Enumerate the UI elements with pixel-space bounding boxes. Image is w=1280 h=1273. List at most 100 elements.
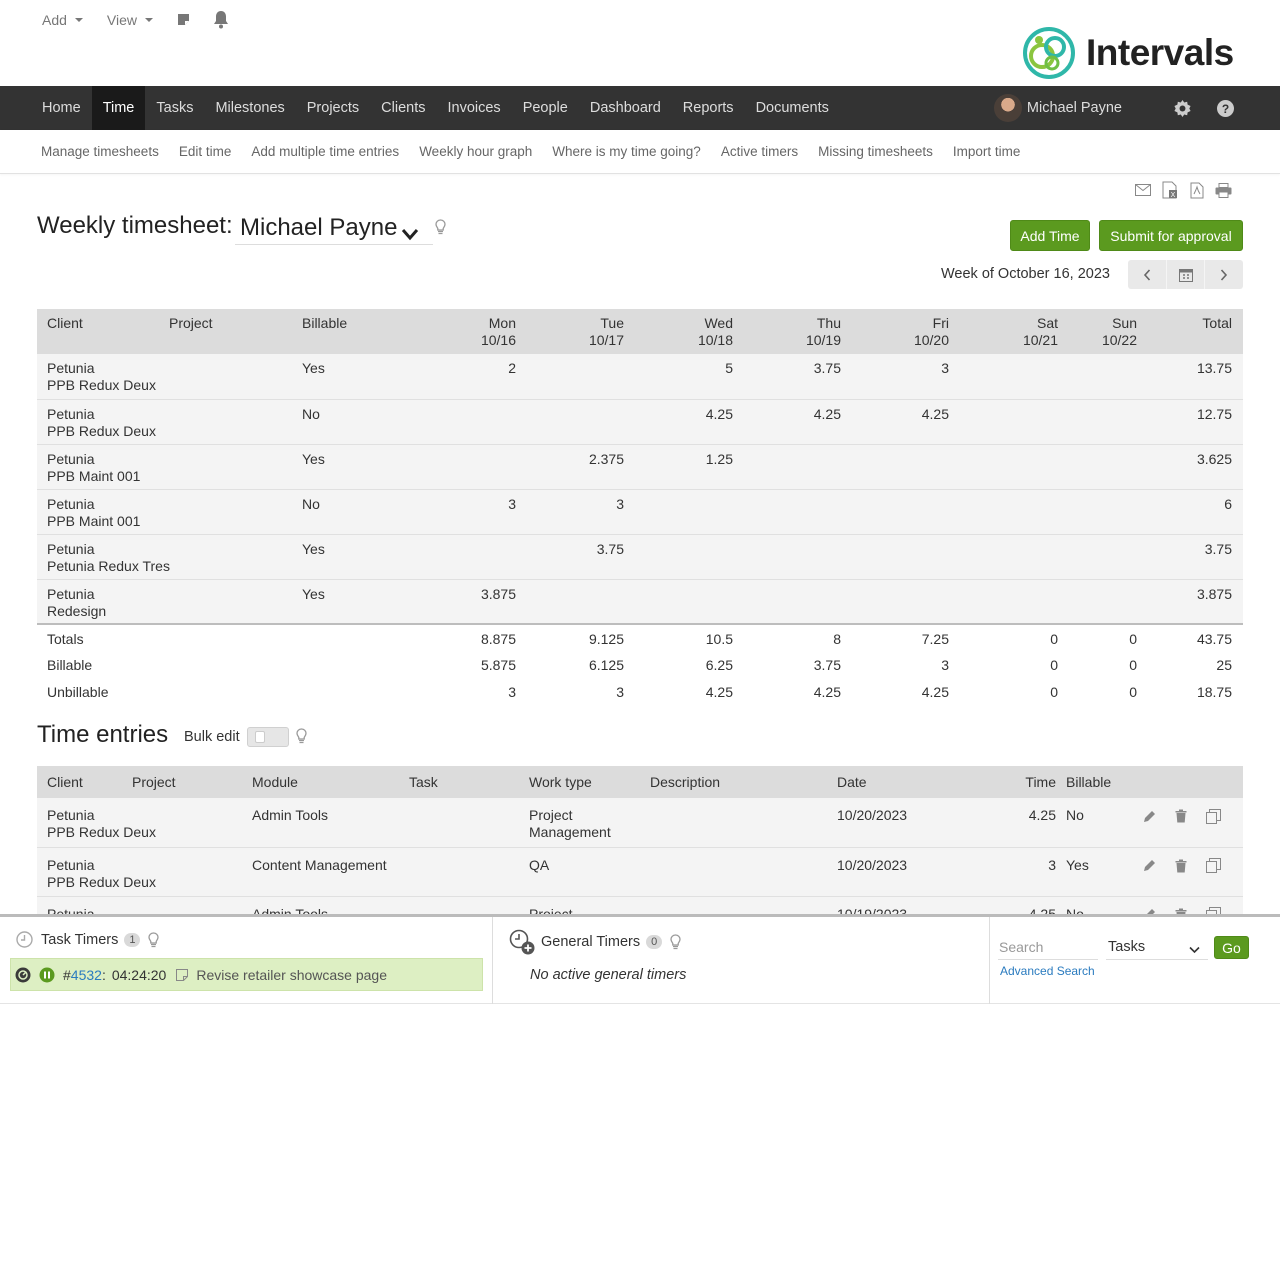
lightbulb-help-icon[interactable] (435, 219, 446, 235)
lightbulb-help-icon[interactable] (296, 728, 307, 744)
time-entry-row[interactable]: Petunia PPB Redux Deux Content Management Q… (37, 847, 1243, 896)
nav-item-projects[interactable]: Projects (296, 86, 370, 130)
chevron-down-icon (401, 220, 419, 248)
note-icon[interactable] (177, 13, 190, 26)
duplicate-copy-icon[interactable] (1204, 807, 1222, 825)
entry-work-type: Project Management (529, 807, 611, 840)
column-header-billable[interactable]: Billable (1066, 766, 1132, 798)
duplicate-copy-icon[interactable] (1204, 857, 1222, 875)
nav-item-people[interactable]: People (512, 86, 579, 130)
active-task-timer[interactable]: # 4532 : 04:24:20 Revise retailer showca… (10, 958, 483, 991)
nav-item-reports[interactable]: Reports (672, 86, 745, 130)
user-menu[interactable]: Michael Payne (993, 94, 1122, 122)
help-icon[interactable]: ? (1217, 99, 1234, 117)
timer-status-icon[interactable] (15, 967, 31, 983)
row-total: 12.75 (1196, 405, 1232, 422)
add-time-button[interactable]: Add Time (1010, 220, 1090, 251)
column-header-sat: Sat 10/21 (960, 309, 1069, 354)
avatar (993, 94, 1022, 122)
row-client-project: Petunia PPB Maint 001 (37, 444, 302, 489)
hours-cell (419, 444, 527, 489)
nav-item-time[interactable]: Time (91, 86, 146, 130)
row-client: Petunia (47, 585, 95, 602)
lightbulb-help-icon[interactable] (670, 934, 681, 950)
subnav-item-add-multiple-time-entries[interactable]: Add multiple time entries (241, 144, 409, 159)
view-menu[interactable]: View (107, 12, 154, 28)
totals-cell: 3 (852, 651, 960, 678)
gear-icon[interactable] (1174, 99, 1191, 117)
calendar-button[interactable] (1167, 260, 1206, 289)
nav-item-documents[interactable]: Documents (745, 86, 840, 130)
time-entries-scroll[interactable]: Client Project Module Task Work type Descript… (37, 766, 1243, 915)
hours-cell (960, 489, 1069, 534)
email-icon[interactable] (1134, 181, 1151, 199)
search-go-button[interactable]: Go (1214, 936, 1249, 959)
column-header-time[interactable]: Time (968, 766, 1066, 798)
entry-project: PPB Redux Deux (47, 824, 156, 840)
column-header-task[interactable]: Task (409, 766, 529, 798)
advanced-search-link[interactable]: Advanced Search (1000, 964, 1095, 978)
delete-trash-icon[interactable] (1172, 807, 1190, 825)
timer-task-id-link[interactable]: 4532 (71, 967, 102, 983)
calendar-icon (1178, 268, 1193, 282)
subnav-item-active-timers[interactable]: Active timers (711, 144, 808, 159)
excel-export-icon[interactable]: X (1161, 181, 1178, 199)
nav-item-dashboard[interactable]: Dashboard (579, 86, 672, 130)
entry-date: 10/20/2023 (837, 856, 908, 873)
column-header-date[interactable]: Date (837, 766, 968, 798)
edit-pencil-icon[interactable] (1140, 857, 1158, 875)
subnav-item-where-is-my-time-going[interactable]: Where is my time going? (542, 144, 711, 159)
totals-cell: 0 (1069, 624, 1148, 651)
nav-item-milestones[interactable]: Milestones (204, 86, 295, 130)
totals-cell: 4.25 (852, 678, 960, 705)
nav-item-tasks[interactable]: Tasks (145, 86, 204, 130)
totals-cell: 10.5 (635, 624, 744, 651)
hours-cell (960, 399, 1069, 444)
entry-client-project: Petunia (37, 896, 252, 916)
submit-for-approval-button[interactable]: Submit for approval (1099, 220, 1243, 251)
nav-item-clients[interactable]: Clients (370, 86, 436, 130)
bulk-edit-toggle[interactable] (247, 727, 289, 747)
subnav-item-weekly-hour-graph[interactable]: Weekly hour graph (409, 144, 542, 159)
time-entry-row[interactable]: Petunia Admin Tools Project 10/19/2023 4.25 N… (37, 896, 1243, 915)
timer-task-hash: # (63, 966, 71, 983)
column-header-work-type[interactable]: Work type (529, 766, 650, 798)
bell-icon[interactable] (212, 10, 230, 29)
column-header-module[interactable]: Module (252, 766, 409, 798)
nav-item-invoices[interactable]: Invoices (436, 86, 511, 130)
lightbulb-help-icon[interactable] (148, 931, 160, 948)
day-name: Wed (704, 315, 733, 331)
pdf-export-icon[interactable] (1188, 181, 1205, 199)
subnav-item-import-time[interactable]: Import time (943, 144, 1031, 159)
task-timers-title: Task Timers (41, 931, 119, 948)
delete-trash-icon[interactable] (1172, 857, 1190, 875)
column-header-project[interactable]: Project (132, 766, 252, 798)
subnav-item-edit-time[interactable]: Edit time (169, 144, 242, 159)
timesheet-person-select[interactable]: Michael Payne (235, 211, 433, 245)
search-input[interactable] (998, 934, 1098, 960)
column-header-description[interactable]: Description (650, 766, 837, 798)
subnav-item-missing-timesheets[interactable]: Missing timesheets (808, 144, 943, 159)
time-entry-row[interactable]: Petunia PPB Redux Deux Admin Tools Project … (37, 798, 1243, 847)
note-icon[interactable] (176, 968, 189, 981)
add-general-timer-icon[interactable] (509, 929, 535, 955)
totals-cell: 9.125 (527, 624, 635, 651)
print-icon[interactable] (1215, 181, 1232, 199)
intervals-logo[interactable]: Intervals (1022, 26, 1234, 80)
timers-panel: Task Timers 1 # 4532 : 04:24:20 Revise r… (0, 914, 1280, 1004)
hours-cell: 2.375 (588, 450, 624, 467)
nav-item-home[interactable]: Home (31, 86, 92, 130)
totals-row-totals: Totals 8.875 9.125 10.5 8 7.25 0 0 43.75 (37, 624, 1243, 651)
previous-week-button[interactable] (1128, 260, 1167, 289)
next-week-button[interactable] (1205, 260, 1243, 289)
add-menu-label: Add (42, 11, 67, 28)
column-header-client[interactable]: Client (37, 766, 132, 798)
add-menu[interactable]: Add (42, 12, 83, 28)
search-type-select[interactable]: Tasks (1106, 934, 1208, 960)
subnav-item-manage-timesheets[interactable]: Manage timesheets (31, 144, 169, 159)
entries-table-header: Client Project Module Task Work type Descript… (37, 766, 1243, 798)
totals-label: Totals (37, 624, 419, 651)
totals-label: Billable (37, 651, 419, 678)
edit-pencil-icon[interactable] (1140, 807, 1158, 825)
pause-timer-icon[interactable] (39, 967, 55, 983)
